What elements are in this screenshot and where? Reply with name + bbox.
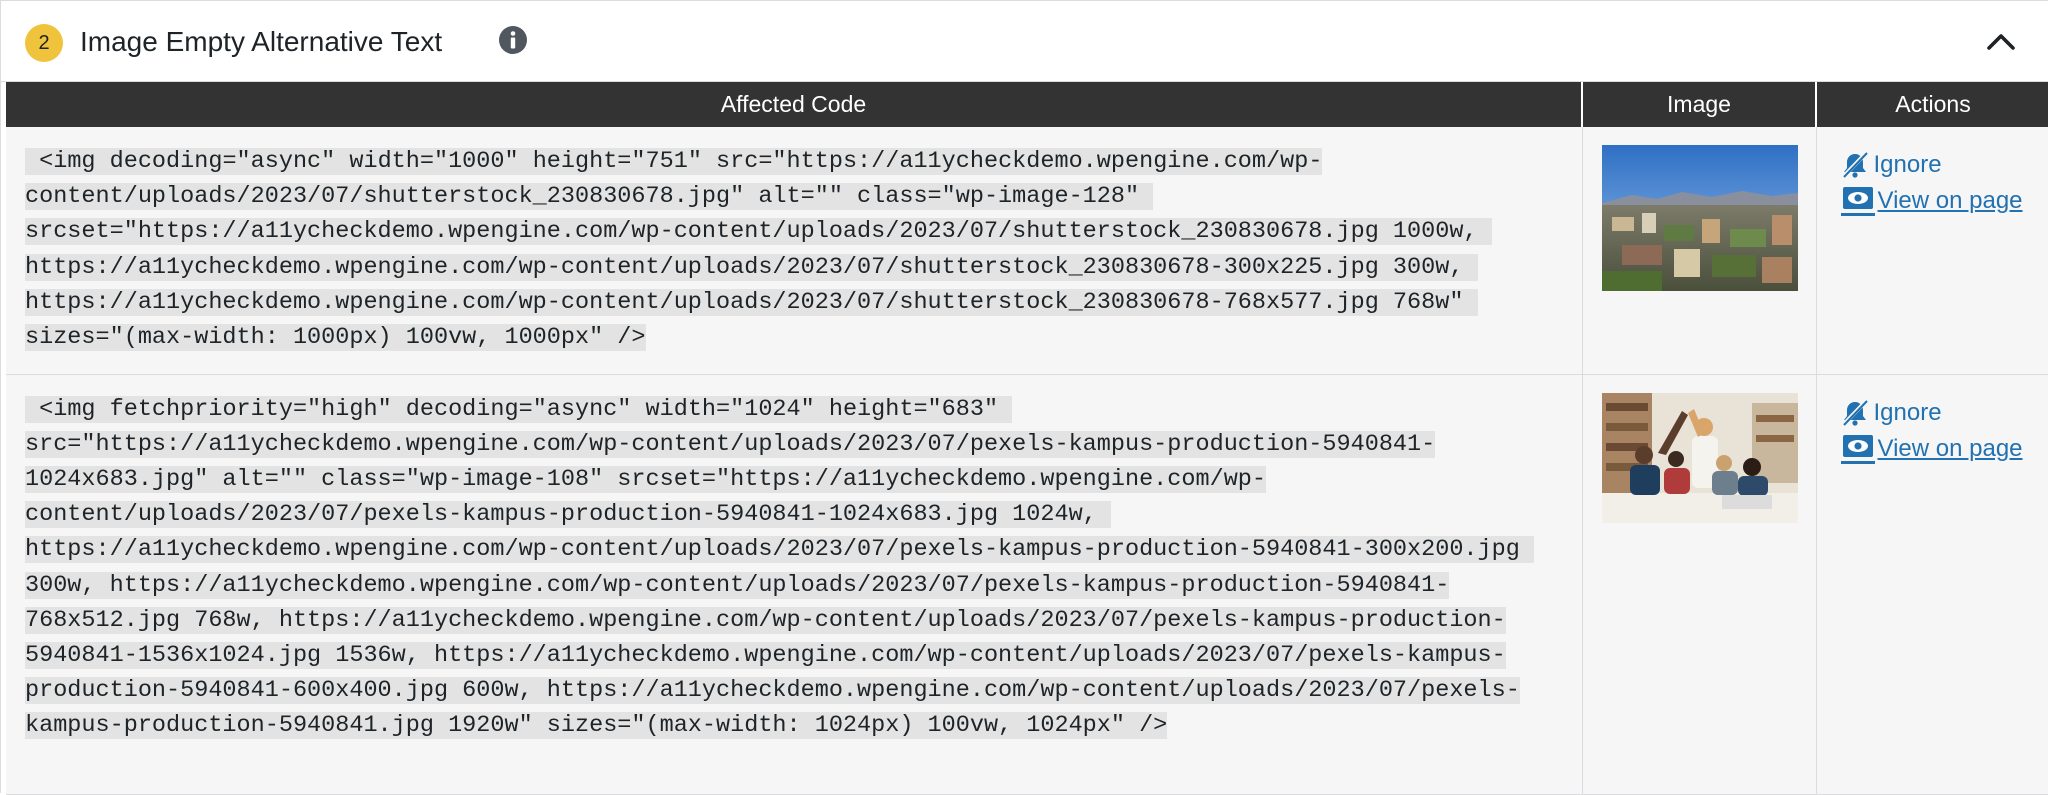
students-high-five-thumbnail [1602,393,1798,523]
affected-code-cell: <img fetchpriority="high" decoding="asyn… [6,374,1582,794]
affected-code-cell: <img decoding="async" width="1000" heigh… [6,127,1582,374]
issue-panel: 2 Image Empty Alternative Text Affected … [0,0,2048,793]
issue-title: Image Empty Alternative Text [80,25,442,59]
issue-count-badge: 2 [25,24,63,62]
ignore-button[interactable]: Ignore [1840,395,2048,431]
code-snippet: <img decoding="async" width="1000" heigh… [25,144,1564,355]
image-cell [1582,127,1816,374]
bell-slash-icon [1840,398,1870,428]
code-snippet: <img fetchpriority="high" decoding="asyn… [25,392,1564,744]
column-header-image: Image [1582,82,1816,127]
table-row: <img decoding="async" width="1000" heigh… [6,127,2048,374]
aerial-city-thumbnail [1602,145,1798,291]
issue-header[interactable]: 2 Image Empty Alternative Text [1,0,2048,82]
ignore-label: Ignore [1874,399,1942,427]
info-icon[interactable] [498,25,528,55]
column-header-actions: Actions [1816,82,2048,127]
view-on-page-label: View on page [1878,435,2023,463]
actions-cell: Ignore View on page [1816,374,2048,794]
view-on-page-label: View on page [1878,187,2023,215]
actions-cell: Ignore View on page [1816,127,2048,374]
table-header-row: Affected Code Image Actions [6,82,2048,127]
view-icon [1840,431,1876,467]
affected-code-table: Affected Code Image Actions <img decodin… [6,82,2048,795]
table-row: <img fetchpriority="high" decoding="asyn… [6,374,2048,794]
chevron-up-icon[interactable] [1984,27,2018,57]
bell-slash-icon [1840,150,1870,180]
view-on-page-link[interactable]: View on page [1840,431,2048,467]
view-on-page-link[interactable]: View on page [1840,183,2048,219]
ignore-button[interactable]: Ignore [1840,147,2048,183]
column-header-affected-code: Affected Code [6,82,1582,127]
view-icon [1840,183,1876,219]
image-cell [1582,374,1816,794]
ignore-label: Ignore [1874,151,1942,179]
